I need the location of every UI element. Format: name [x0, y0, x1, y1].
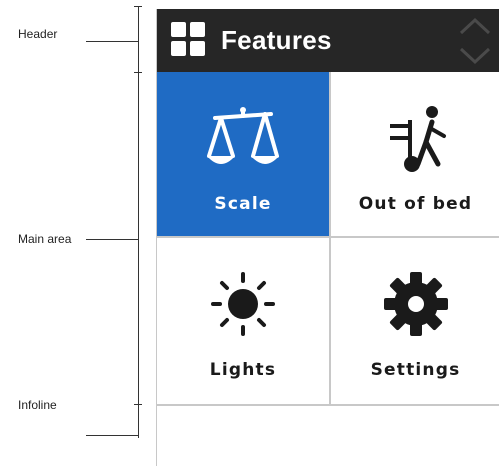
infoline	[157, 404, 499, 468]
infoline-annotation-label: Infoline	[18, 398, 57, 412]
bracket-tick-top	[134, 6, 142, 7]
bracket-tick-header-end	[134, 72, 142, 73]
sun-icon	[211, 272, 275, 336]
chevron-up-icon[interactable]	[458, 15, 492, 37]
annotation-bracket	[138, 6, 139, 438]
scale-tile[interactable]: Scale	[157, 72, 329, 236]
chevron-down-icon[interactable]	[458, 45, 492, 67]
settings-tile[interactable]: Settings	[331, 238, 499, 404]
main-area-annotation-leader	[86, 239, 138, 240]
bracket-tick-main-end	[134, 404, 142, 405]
out-of-bed-tile[interactable]: Out of bed	[331, 72, 499, 236]
device-screen: Features Scale Out of bed Lights Setting…	[156, 9, 499, 468]
header-bar: Features	[157, 9, 499, 72]
out-of-bed-icon	[389, 106, 446, 172]
main-area-annotation-label: Main area	[18, 232, 72, 246]
page-title: Features	[221, 25, 332, 55]
settings-tile-label: Settings	[370, 360, 461, 380]
scale-icon	[207, 107, 279, 164]
header-annotation-leader	[86, 41, 138, 42]
feature-tile-grid: Scale Out of bed Lights Settings	[157, 72, 499, 404]
infoline-annotation-leader	[86, 435, 138, 436]
scale-tile-label: Scale	[214, 194, 272, 214]
grid-icon[interactable]	[171, 22, 205, 56]
lights-tile[interactable]: Lights	[157, 238, 329, 404]
out-of-bed-tile-label: Out of bed	[358, 194, 473, 214]
header-annotation-label: Header	[18, 27, 58, 41]
gear-icon	[383, 272, 448, 336]
lights-tile-label: Lights	[209, 360, 277, 380]
